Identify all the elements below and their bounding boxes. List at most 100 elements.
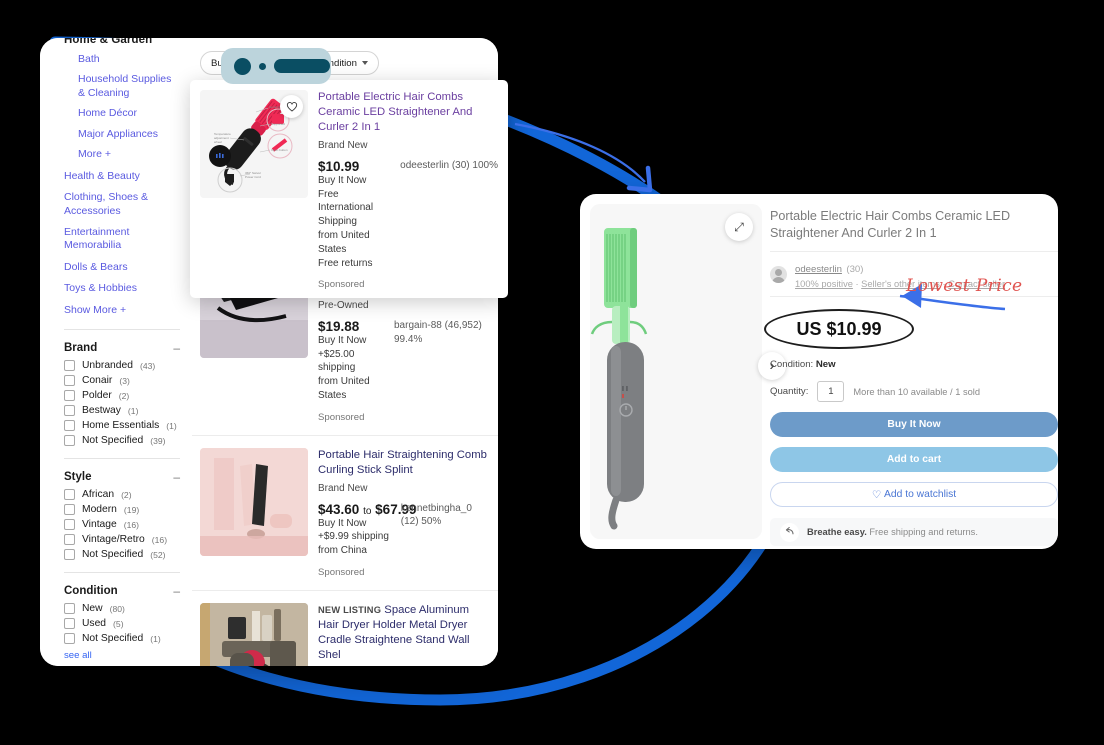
checkbox[interactable] bbox=[64, 633, 75, 645]
see-all-link[interactable]: see all bbox=[64, 650, 180, 661]
list-item[interactable]: Portable Hair Straightening Comb Curling… bbox=[192, 435, 498, 591]
checkbox[interactable] bbox=[64, 405, 75, 417]
checkbox[interactable] bbox=[64, 420, 75, 432]
checkbox[interactable] bbox=[64, 618, 75, 630]
facet-option[interactable]: Conair (3) bbox=[64, 375, 180, 387]
checkbox[interactable] bbox=[64, 489, 75, 501]
facet-option-label: New bbox=[82, 603, 103, 615]
listing-price-row: $10.99 Buy It Now Free International Shi… bbox=[318, 159, 498, 271]
sidebar-subcategory[interactable]: Bath bbox=[78, 53, 180, 66]
svg-text:Open button: Open button bbox=[271, 148, 288, 152]
quantity-input[interactable]: 1 bbox=[817, 381, 845, 403]
sidebar-subcategory[interactable]: Home Décor bbox=[78, 107, 180, 120]
listing-price-col: $43.60 to $67.99 Buy It Now +$9.99 shipp… bbox=[318, 502, 416, 558]
checkbox[interactable] bbox=[64, 375, 75, 387]
screenshot-root: Home & Garden Bath Household Supplies & … bbox=[0, 0, 1104, 745]
facet-header-brand[interactable]: Brand – bbox=[64, 342, 180, 354]
facet-option[interactable]: African (2) bbox=[64, 489, 180, 501]
product-gallery[interactable]: ⤢ bbox=[590, 204, 762, 539]
facet-option[interactable]: Not Specified (52) bbox=[64, 549, 180, 561]
sidebar-show-more[interactable]: Show More + bbox=[64, 304, 180, 317]
returns-text: Breathe easy. Free shipping and returns. bbox=[807, 527, 978, 537]
sidebar-category[interactable]: Dolls & Bears bbox=[64, 261, 180, 274]
checkbox[interactable] bbox=[64, 390, 75, 402]
listing-meta: Buy It Now bbox=[318, 334, 367, 346]
listing-meta: Buy It Now bbox=[318, 174, 367, 186]
facet-option[interactable]: Not Specified (1) bbox=[64, 633, 180, 645]
facet-option-count: (16) bbox=[123, 519, 140, 530]
facet-option[interactable]: Used (5) bbox=[64, 618, 180, 630]
quantity-row: Quantity: 1 More than 10 available / 1 s… bbox=[770, 381, 1058, 403]
facet-option[interactable]: Modern (19) bbox=[64, 504, 180, 516]
facet-option[interactable]: Vintage (16) bbox=[64, 519, 180, 531]
sidebar-subcategory[interactable]: Major Appliances bbox=[78, 128, 180, 141]
listing-price-col: $19.88 Buy It Now +$25.00 shipping from … bbox=[318, 319, 388, 403]
sponsored-label: Sponsored bbox=[318, 279, 365, 291]
listing-meta: from United States bbox=[318, 229, 370, 255]
facet-option[interactable]: Unbranded (43) bbox=[64, 360, 180, 372]
facet-option[interactable]: Home Essentials (1) bbox=[64, 420, 180, 432]
sidebar-subcategory-more[interactable]: More + bbox=[78, 148, 180, 161]
condition-label: Condition: bbox=[770, 359, 814, 371]
product-hero-image bbox=[590, 204, 762, 539]
sidebar-category[interactable]: Clothing, Shoes & Accessories bbox=[64, 191, 180, 218]
seller-positive-link[interactable]: 100% positive bbox=[795, 279, 853, 289]
sidebar-category[interactable]: Health & Beauty bbox=[64, 170, 180, 183]
checkbox[interactable] bbox=[64, 534, 75, 546]
buy-it-now-button[interactable]: Buy It Now bbox=[770, 412, 1058, 438]
listing-meta: Free International Shipping bbox=[318, 188, 374, 228]
facet-option-count: (5) bbox=[113, 618, 124, 629]
listing-thumbnail-wrap bbox=[200, 447, 308, 578]
facet-option[interactable]: Polder (2) bbox=[64, 390, 180, 402]
avatar bbox=[770, 265, 787, 283]
listing-seller: bargain-88 (46,952) 99.4% bbox=[394, 319, 482, 345]
listing-meta: +$25.00 shipping bbox=[318, 348, 356, 374]
checkbox[interactable] bbox=[64, 504, 75, 516]
seller-name[interactable]: odeesterlin bbox=[795, 264, 842, 275]
listing-title[interactable]: NEW LISTING Space Aluminum Hair Dryer Ho… bbox=[318, 603, 490, 663]
facet-option[interactable]: New (80) bbox=[64, 603, 180, 615]
facet-option[interactable]: Bestway (1) bbox=[64, 405, 180, 417]
checkbox[interactable] bbox=[64, 603, 75, 615]
facet-option-label: Home Essentials bbox=[82, 420, 160, 432]
listing-image[interactable] bbox=[200, 602, 308, 666]
sponsored-label: Sponsored bbox=[318, 566, 365, 578]
product-photo-dryer-holder bbox=[200, 602, 308, 666]
facet-title: Style bbox=[64, 471, 92, 484]
sidebar-subcategory[interactable]: Household Supplies & Cleaning bbox=[78, 73, 180, 100]
cursor-bar bbox=[274, 59, 330, 73]
add-to-watchlist-button[interactable]: ♡ Add to watchlist bbox=[770, 482, 1058, 508]
returns-bold: Breathe easy. bbox=[807, 527, 867, 538]
listing-price: $19.88 bbox=[318, 318, 360, 334]
sidebar-category[interactable]: Toys & Hobbies bbox=[64, 282, 180, 295]
expand-image-icon[interactable]: ⤢ bbox=[725, 213, 753, 241]
filters-sidebar[interactable]: Home & Garden Bath Household Supplies & … bbox=[40, 38, 192, 666]
checkbox[interactable] bbox=[64, 360, 75, 372]
seller-feedback-count: (30) bbox=[846, 264, 864, 276]
facet-option[interactable]: Not Specified (39) bbox=[64, 435, 180, 447]
checkbox[interactable] bbox=[64, 549, 75, 561]
sidebar-category[interactable]: Entertainment Memorabilia bbox=[64, 226, 180, 253]
facet-option-label: Vintage bbox=[82, 519, 117, 531]
facet-header-condition[interactable]: Condition – bbox=[64, 585, 180, 597]
collapse-icon[interactable]: – bbox=[173, 585, 180, 597]
checkbox[interactable] bbox=[64, 519, 75, 531]
facet-option[interactable]: Vintage/Retro (16) bbox=[64, 534, 180, 546]
highlighted-listing-card[interactable]: Ceramic Alloy Supported Temperature adju… bbox=[190, 80, 508, 299]
collapse-icon[interactable]: – bbox=[173, 342, 180, 354]
collapse-icon[interactable]: – bbox=[173, 471, 180, 483]
quantity-availability-note: More than 10 available / 1 sold bbox=[853, 386, 981, 397]
facet-option-label: Bestway bbox=[82, 405, 121, 417]
facet-header-style[interactable]: Style – bbox=[64, 471, 180, 483]
facet-option-count: (80) bbox=[109, 603, 125, 614]
add-to-cart-button[interactable]: Add to cart bbox=[770, 447, 1058, 473]
checkbox[interactable] bbox=[64, 435, 75, 447]
listing-price: $10.99 bbox=[318, 158, 360, 174]
listing-title[interactable]: Portable Electric Hair Combs Ceramic LED… bbox=[318, 90, 498, 135]
watchlist-heart-icon[interactable] bbox=[280, 95, 303, 118]
list-item[interactable]: NEW LISTING Space Aluminum Hair Dryer Ho… bbox=[192, 590, 498, 666]
listing-title[interactable]: Portable Hair Straightening Comb Curling… bbox=[318, 448, 490, 478]
facet-option-label: Vintage/Retro bbox=[82, 534, 145, 546]
listing-image[interactable] bbox=[200, 447, 308, 556]
facet-option-count: (52) bbox=[150, 549, 166, 560]
